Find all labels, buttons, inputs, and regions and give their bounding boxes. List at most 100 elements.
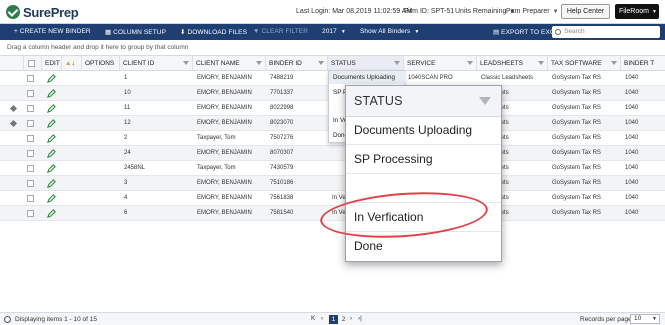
fileroom-dropdown[interactable]: FileRoom ▼ — [615, 4, 659, 19]
edit-pencil-icon[interactable] — [47, 179, 56, 188]
column-header-binder-type[interactable]: BINDER T — [620, 56, 665, 71]
units-remaining-label: Units Remaining — [455, 8, 507, 15]
chevron-down-icon: ▼ — [652, 316, 657, 322]
row-checkbox[interactable] — [27, 105, 34, 112]
column-header-options[interactable]: OPTIONS — [81, 56, 119, 71]
edit-pencil-icon[interactable] — [47, 119, 56, 128]
status-option-sp-processing[interactable]: SP Processing — [346, 145, 501, 174]
column-setup-label: COLUMN SETUP — [113, 29, 167, 36]
cell-client-name: EMORY, BENJAMIN — [197, 150, 252, 156]
sureprep-logo[interactable]: SurePrep — [6, 4, 79, 20]
cell-client-id: 1 — [124, 75, 128, 81]
clear-filter-button[interactable]: ▼ CLEAR FILTER — [253, 28, 308, 35]
page-2-button[interactable]: 2 — [339, 315, 348, 324]
filter-icon[interactable] — [611, 61, 617, 65]
column-header-alerts[interactable]: ▲↓ — [61, 56, 81, 71]
edit-pencil-icon[interactable] — [47, 209, 56, 218]
filter-icon[interactable] — [467, 61, 473, 65]
next-page-button[interactable]: › — [350, 315, 352, 322]
client-id-label: CLIENT ID — [123, 60, 155, 67]
select-all-header[interactable] — [23, 56, 41, 71]
download-files-button[interactable]: ⬇ DOWNLOAD FILES — [180, 28, 247, 36]
status-option-documents-uploading[interactable]: Documents Uploading — [346, 116, 501, 145]
filter-icon[interactable] — [479, 97, 491, 105]
show-binders-dropdown[interactable]: Show All Binders ▼ — [360, 28, 419, 35]
search-input[interactable]: Search — [552, 26, 660, 38]
select-all-checkbox[interactable] — [28, 60, 35, 67]
column-header-binder-id[interactable]: BINDER ID — [265, 56, 327, 71]
filter-icon[interactable] — [318, 61, 324, 65]
edit-pencil-icon[interactable] — [47, 134, 56, 143]
cell-binder-t: 1040 — [625, 90, 639, 96]
help-center-button[interactable]: Help Center — [561, 4, 610, 19]
table-row[interactable]: 24EMORY, BENJAMIN8070307eadsheetsGoSyste… — [0, 146, 665, 161]
row-checkbox[interactable] — [27, 195, 34, 202]
cell-binder-id: 7488219 — [270, 75, 294, 81]
chevron-down-icon: ▼ — [552, 9, 559, 15]
records-per-page-value: 10 — [634, 315, 642, 322]
column-header-edit[interactable]: EDIT — [41, 56, 61, 71]
cell-client-id: 10 — [124, 90, 131, 96]
edit-pencil-icon[interactable] — [47, 164, 56, 173]
row-checkbox[interactable] — [27, 75, 34, 82]
zoom-title: STATUS — [354, 94, 403, 108]
edit-pencil-icon[interactable] — [47, 104, 56, 113]
expand-icon[interactable] — [9, 104, 18, 113]
edit-pencil-icon[interactable] — [47, 149, 56, 158]
column-header-client-id[interactable]: CLIENT ID — [119, 56, 192, 71]
cell-binder-id: 7561838 — [270, 195, 294, 201]
group-by-bar[interactable]: Drag a column header and drop it here to… — [0, 40, 665, 55]
filter-icon[interactable] — [538, 61, 544, 65]
edit-pencil-icon[interactable] — [47, 89, 56, 98]
cell-binder-id: 7701337 — [270, 90, 294, 96]
cell-client-name: EMORY, BENJAMIN — [197, 210, 252, 216]
column-header-leadsheets[interactable]: LEADSHEETS — [476, 56, 547, 71]
search-placeholder: Search — [564, 28, 585, 35]
edit-pencil-icon[interactable] — [47, 194, 56, 203]
table-row[interactable]: 2458NLTaxpayer, Tom7430579eadsheetsGoSys… — [0, 161, 665, 176]
grid-icon: ▦ — [105, 29, 114, 36]
row-checkbox[interactable] — [27, 150, 34, 157]
filter-icon[interactable] — [183, 61, 189, 65]
cell-binder-t: 1040 — [625, 210, 639, 216]
records-per-page-select[interactable]: 10 ▼ — [630, 314, 660, 324]
row-checkbox[interactable] — [27, 90, 34, 97]
column-header-service[interactable]: SERVICE — [403, 56, 476, 71]
cell-tax-software: GoSystem Tax RS — [552, 195, 601, 201]
cell-binder-t: 1040 — [625, 165, 639, 171]
prev-page-button[interactable]: ‹ — [321, 315, 323, 322]
column-header-client-name[interactable]: CLIENT NAME — [192, 56, 265, 71]
row-checkbox[interactable] — [27, 165, 34, 172]
column-setup-button[interactable]: ▦ COLUMN SETUP — [105, 28, 166, 36]
cell-client-name: Taxpayer, Tom — [197, 135, 236, 141]
year-dropdown[interactable]: 2017 ▼ — [322, 28, 346, 35]
cell-client-name: EMORY, BENJAMIN — [197, 90, 252, 96]
cell-binder-t: 1040 — [625, 135, 639, 141]
grid-header: EDIT ▲↓ OPTIONS CLIENT ID CLIENT NAME BI… — [0, 56, 665, 71]
table-row[interactable]: 3EMORY, BENJAMIN7510186eadsheetsGoSystem… — [0, 176, 665, 191]
row-checkbox[interactable] — [27, 180, 34, 187]
cell-binder-id: 8022998 — [270, 105, 294, 111]
cell-binder-t: 1040 — [625, 75, 639, 81]
table-row[interactable]: 4EMORY, BENJAMIN7561838In VeeadsheetsGoS… — [0, 191, 665, 206]
refresh-icon[interactable] — [4, 316, 11, 323]
last-page-button[interactable]: ›| — [358, 315, 362, 322]
row-checkbox[interactable] — [27, 210, 34, 217]
page-1-button[interactable]: 1 — [329, 315, 338, 324]
cell-client-name: EMORY, BENJAMIN — [197, 120, 252, 126]
column-header-status[interactable]: STATUS — [327, 56, 403, 71]
status-option[interactable]: Documents Uploading — [329, 71, 406, 84]
user-name: Pam Preparer — [506, 8, 550, 15]
cell-service: 1040SCAN PRO — [408, 75, 453, 81]
filter-icon[interactable] — [256, 61, 262, 65]
row-checkbox[interactable] — [27, 120, 34, 127]
edit-pencil-icon[interactable] — [47, 74, 56, 83]
user-menu[interactable]: Pam Preparer ▼ — [506, 8, 559, 15]
first-page-button[interactable]: K — [311, 315, 315, 322]
create-new-binder-button[interactable]: + CREATE NEW BINDER — [14, 28, 91, 35]
column-header-tax-software[interactable]: TAX SOFTWARE — [547, 56, 620, 71]
row-checkbox[interactable] — [27, 135, 34, 142]
expand-icon[interactable] — [9, 119, 18, 128]
filter-icon[interactable] — [394, 61, 400, 65]
cell-binder-t: 1040 — [625, 120, 639, 126]
